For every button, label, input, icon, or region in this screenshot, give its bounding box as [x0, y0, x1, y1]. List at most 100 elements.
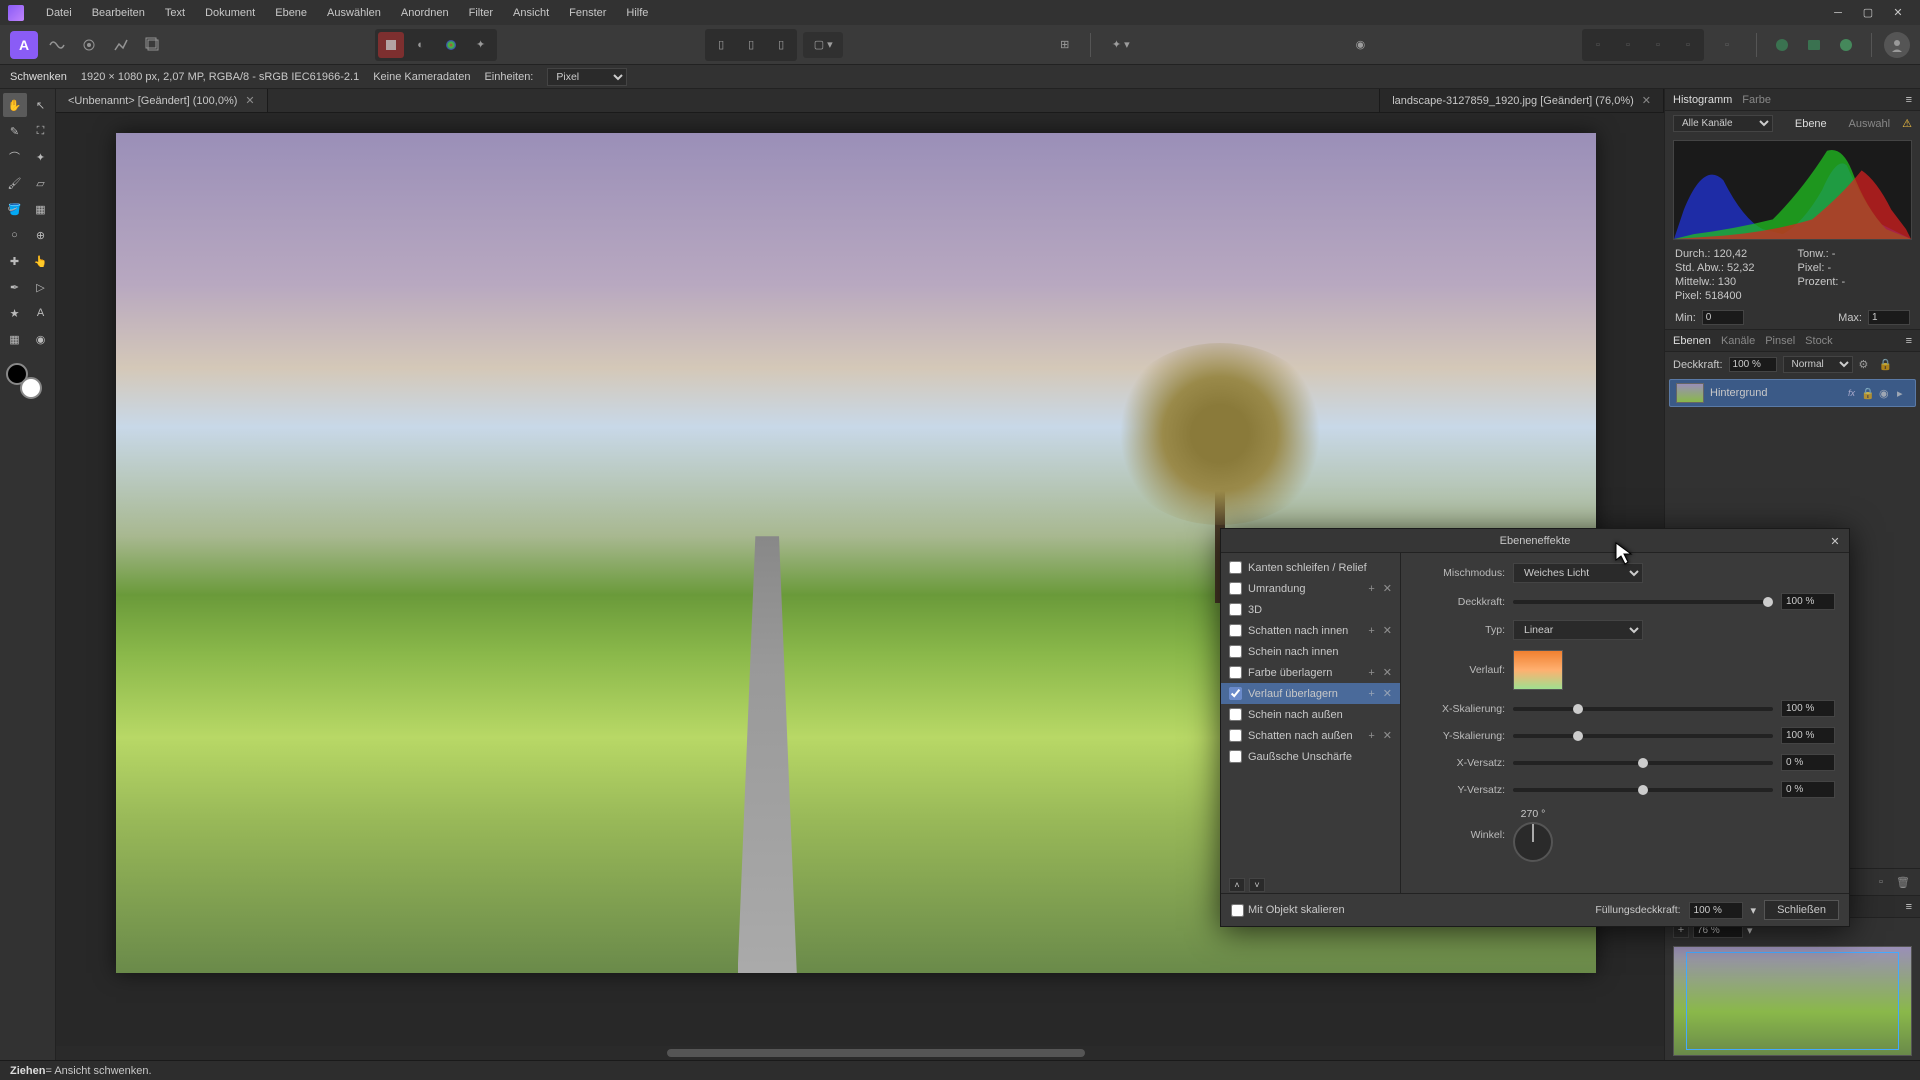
effect-checkbox[interactable] [1229, 729, 1242, 742]
menu-datei[interactable]: Datei [36, 3, 82, 23]
tone-map-persona-icon[interactable] [108, 32, 134, 58]
crop-dropdown[interactable]: ▢ ▾ [803, 32, 843, 58]
tab-histogram[interactable]: Histogramm [1673, 94, 1732, 106]
hand-tool[interactable]: ✋ [3, 93, 27, 117]
yscale-value[interactable] [1781, 727, 1835, 744]
tab-brushes[interactable]: Pinsel [1765, 335, 1795, 347]
menu-ebene[interactable]: Ebene [265, 3, 317, 23]
min-input[interactable] [1702, 310, 1744, 325]
add-effect-icon[interactable]: + [1368, 667, 1374, 679]
effect-checkbox[interactable] [1229, 666, 1242, 679]
menu-hilfe[interactable]: Hilfe [616, 3, 658, 23]
quick-mask-icon[interactable]: ◉ [1347, 32, 1373, 58]
move-tool[interactable]: ↖ [29, 93, 53, 117]
chevron-icon[interactable]: ▸ [1897, 387, 1909, 399]
effect-checkbox[interactable] [1229, 750, 1242, 763]
effect-item[interactable]: Kanten schleifen / Relief [1221, 557, 1400, 578]
xoff-slider[interactable] [1513, 761, 1773, 765]
opacity-value[interactable] [1781, 593, 1835, 610]
layer-opacity-input[interactable] [1729, 357, 1777, 372]
move-front-icon[interactable]: ▫ [1675, 32, 1701, 58]
tab-selection[interactable]: Auswahl [1849, 118, 1891, 130]
effect-checkbox[interactable] [1229, 645, 1242, 658]
text-tool[interactable]: A [29, 301, 53, 325]
move-back-icon[interactable]: ▫ [1585, 32, 1611, 58]
yoff-slider[interactable] [1513, 788, 1773, 792]
cloud-icon[interactable] [1833, 32, 1859, 58]
dropdown-icon[interactable]: ▾ [1751, 904, 1757, 917]
mesh-tool[interactable]: ▦ [3, 327, 27, 351]
lock-icon[interactable]: 🔒 [1879, 358, 1893, 372]
menu-dokument[interactable]: Dokument [195, 3, 265, 23]
add-effect-icon[interactable]: + [1368, 730, 1374, 742]
selection-new-icon[interactable] [378, 32, 404, 58]
add-effect-icon[interactable]: + [1368, 688, 1374, 700]
persona-icon[interactable]: A [10, 31, 38, 59]
xoff-value[interactable] [1781, 754, 1835, 771]
effect-checkbox[interactable] [1229, 582, 1242, 595]
panel-menu-icon[interactable]: ≡ [1906, 335, 1912, 347]
assistant-dropdown[interactable]: ✦ ▾ [1103, 32, 1139, 58]
xscale-value[interactable] [1781, 700, 1835, 717]
gradient-swatch[interactable] [1513, 650, 1563, 690]
channels-select[interactable]: Alle Kanäle [1673, 115, 1773, 132]
lock-icon[interactable]: 🔒 [1861, 387, 1873, 399]
yoff-value[interactable] [1781, 781, 1835, 798]
prev-effect-button[interactable]: ˄ [1229, 878, 1245, 892]
fill-tool[interactable]: 🪣 [3, 197, 27, 221]
opacity-slider[interactable] [1513, 600, 1773, 604]
fill-opacity-input[interactable] [1689, 902, 1743, 919]
smudge-tool[interactable]: 👆 [29, 249, 53, 273]
pen-tool[interactable]: ✒ [3, 275, 27, 299]
remove-effect-icon[interactable]: ✕ [1383, 582, 1392, 595]
shape-tool[interactable]: ★ [3, 301, 27, 325]
remove-effect-icon[interactable]: ✕ [1383, 666, 1392, 679]
close-icon[interactable]: ✕ [1642, 94, 1651, 107]
effect-item[interactable]: Gaußsche Unschärfe [1221, 746, 1400, 767]
effect-item[interactable]: Verlauf überlagern+✕ [1221, 683, 1400, 704]
background-color[interactable] [20, 377, 42, 399]
move-forward-icon[interactable]: ▫ [1645, 32, 1671, 58]
menu-auswaehlen[interactable]: Auswählen [317, 3, 391, 23]
gear-icon[interactable]: ⚙ [1859, 358, 1873, 372]
align-center-icon[interactable]: ▯ [738, 32, 764, 58]
xscale-slider[interactable] [1513, 707, 1773, 711]
blend-mode-select[interactable]: Normal [1783, 356, 1853, 373]
view-tool[interactable]: ✎ [3, 119, 27, 143]
next-effect-button[interactable]: ˅ [1249, 878, 1265, 892]
minimize-button[interactable]: ─ [1824, 3, 1852, 23]
navigator-viewport-rect[interactable] [1686, 952, 1899, 1049]
maximize-button[interactable]: ▢ [1854, 3, 1882, 23]
selection-add-icon[interactable]: ◐ [408, 32, 434, 58]
angle-dial[interactable] [1513, 822, 1553, 862]
effect-item[interactable]: Schein nach außen [1221, 704, 1400, 725]
dodge-tool[interactable]: ○ [3, 223, 27, 247]
snap-icon[interactable]: ⊞ [1052, 32, 1078, 58]
selection-auto-icon[interactable]: ✦ [468, 32, 494, 58]
document-tab-2[interactable]: landscape-3127859_1920.jpg [Geändert] (7… [1379, 89, 1664, 112]
effect-checkbox[interactable] [1229, 687, 1242, 700]
tab-channels[interactable]: Kanäle [1721, 335, 1755, 347]
effect-item[interactable]: Schein nach innen [1221, 641, 1400, 662]
max-input[interactable] [1868, 310, 1910, 325]
effect-item[interactable]: Schatten nach außen+✕ [1221, 725, 1400, 746]
effect-item[interactable]: Schatten nach innen+✕ [1221, 620, 1400, 641]
effect-item[interactable]: Farbe überlagern+✕ [1221, 662, 1400, 683]
tab-layers[interactable]: Ebenen [1673, 335, 1711, 347]
menu-bearbeiten[interactable]: Bearbeiten [82, 3, 155, 23]
effect-checkbox[interactable] [1229, 561, 1242, 574]
blend-mode-select[interactable]: Weiches Licht [1513, 563, 1643, 583]
selection-brush-tool[interactable]: ⌒ [3, 145, 27, 169]
menu-filter[interactable]: Filter [459, 3, 503, 23]
remove-effect-icon[interactable]: ✕ [1383, 729, 1392, 742]
add-layer-icon[interactable]: ▫ [1872, 873, 1890, 891]
erase-tool[interactable]: ▱ [29, 171, 53, 195]
account-avatar[interactable] [1884, 32, 1910, 58]
align-left-icon[interactable]: ▯ [708, 32, 734, 58]
gradient-type-select[interactable]: Linear [1513, 620, 1643, 640]
close-button[interactable]: ✕ [1884, 3, 1912, 23]
units-select[interactable]: Pixel [547, 68, 627, 86]
menu-text[interactable]: Text [155, 3, 195, 23]
angle-value[interactable]: 270 ° [1513, 808, 1553, 820]
liquify-persona-icon[interactable] [44, 32, 70, 58]
